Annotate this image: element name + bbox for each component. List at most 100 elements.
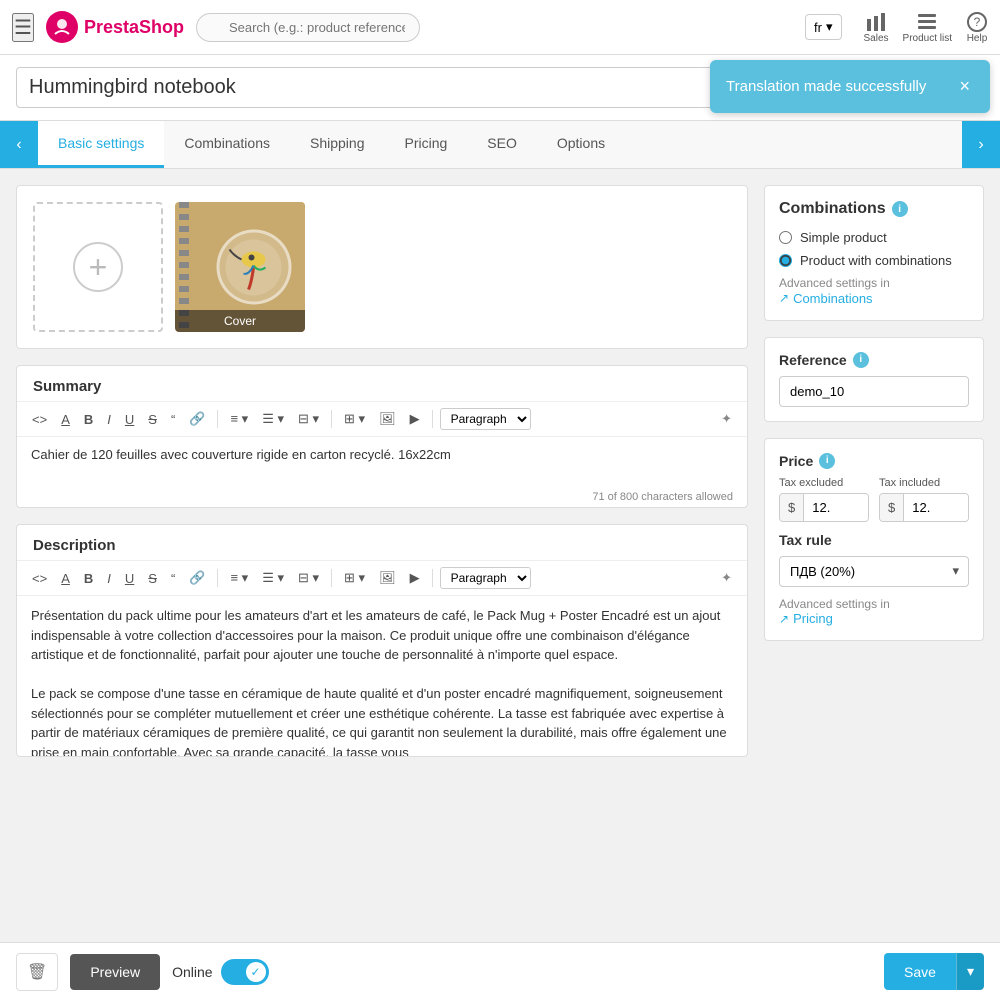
reference-input[interactable] (779, 376, 969, 407)
reference-info-icon[interactable]: i (853, 352, 869, 368)
simple-product-radio[interactable] (779, 231, 792, 244)
desc-toolbar-bold-button[interactable]: B (79, 568, 98, 589)
desc-toolbar-quote-button[interactable]: “ (166, 568, 180, 589)
desc-toolbar-font-button[interactable]: A (56, 568, 75, 589)
tax-rule-select[interactable]: ПДВ (20%) (779, 556, 969, 587)
toolbar-underline-button[interactable]: U (120, 409, 139, 430)
toolbar-paragraph-select[interactable]: Paragraph (440, 408, 531, 430)
delete-button[interactable]: 🗑 (16, 953, 58, 991)
toolbar-video-button[interactable]: ▶ (405, 408, 425, 430)
save-button[interactable]: Save (884, 953, 956, 990)
reference-card: Reference i (764, 337, 984, 422)
online-toggle-switch[interactable]: ✓ (221, 959, 269, 985)
tab-prev-button[interactable]: ‹ (0, 121, 38, 168)
desc-toolbar-align-button[interactable]: ≡ ▾ (225, 567, 253, 589)
combinations-title-text: Combinations (779, 200, 886, 218)
left-panel: + (16, 185, 748, 757)
toolbar-separator-3 (432, 410, 433, 428)
toolbar-separator (217, 410, 218, 428)
language-selector[interactable]: fr ▾ (805, 14, 841, 40)
toggle-knob: ✓ (246, 962, 266, 982)
help-nav-icon[interactable]: ? Help (966, 11, 988, 44)
tab-shipping[interactable]: Shipping (290, 121, 385, 168)
toolbar-link-button[interactable]: 🔗 (184, 408, 210, 430)
logo[interactable]: PrestaShop (46, 11, 184, 43)
combinations-radio-group: Simple product Product with combinations (779, 230, 969, 268)
tax-excluded-input[interactable] (804, 494, 868, 521)
preview-button[interactable]: Preview (70, 954, 160, 990)
image-upload-button[interactable]: + (33, 202, 163, 332)
product-title-input[interactable] (16, 67, 795, 108)
online-toggle: Online ✓ (172, 959, 268, 985)
tax-included-input[interactable] (904, 494, 968, 521)
summary-editor-content[interactable]: Cahier de 120 feuilles avec couverture r… (17, 437, 747, 487)
combinations-info-icon[interactable]: i (892, 201, 908, 217)
plus-icon: + (73, 242, 123, 292)
tab-combinations[interactable]: Combinations (164, 121, 290, 168)
tab-pricing[interactable]: Pricing (384, 121, 467, 168)
tab-seo[interactable]: SEO (467, 121, 537, 168)
toolbar-strikethrough-button[interactable]: S (143, 409, 162, 430)
svg-text:?: ? (974, 15, 981, 29)
tax-rule-label: Tax rule (779, 532, 969, 548)
toolbar-table-button[interactable]: ⊞ ▾ (339, 408, 370, 430)
desc-toolbar-underline-button[interactable]: U (120, 568, 139, 589)
price-advanced-text: Advanced settings in (779, 597, 969, 611)
toolbar-bullets-button[interactable]: ☰ ▾ (257, 408, 289, 430)
with-combinations-label: Product with combinations (800, 253, 952, 268)
online-label: Online (172, 964, 212, 980)
tab-options[interactable]: Options (537, 121, 625, 168)
desc-toolbar-paragraph-select[interactable]: Paragraph (440, 567, 531, 589)
search-input[interactable] (196, 13, 420, 42)
combinations-link[interactable]: ↗ Combinations (779, 291, 873, 306)
tax-excluded-currency: $ (780, 494, 804, 521)
desc-toolbar-link-button[interactable]: 🔗 (184, 567, 210, 589)
desc-toolbar-strikethrough-button[interactable]: S (143, 568, 162, 589)
tab-basic-settings[interactable]: Basic settings (38, 121, 164, 168)
toolbar-align-button[interactable]: ≡ ▾ (225, 408, 253, 430)
desc-toolbar-numbered-button[interactable]: ⊟ ▾ (293, 567, 324, 589)
tax-excluded-input-wrap: $ (779, 493, 869, 522)
description-editor-content[interactable]: Présentation du pack ultime pour les ama… (17, 596, 747, 756)
desc-toolbar-ai-button[interactable]: ✦ (716, 567, 737, 589)
desc-toolbar-italic-button[interactable]: I (102, 568, 116, 589)
combinations-link-text: Combinations (793, 291, 873, 306)
toast-close-button[interactable]: × (959, 76, 970, 97)
toolbar-ai-button[interactable]: ✦ (716, 408, 737, 430)
price-info-icon[interactable]: i (819, 453, 835, 469)
toolbar-quote-button[interactable]: “ (166, 409, 180, 430)
desc-toolbar-video-button[interactable]: ▶ (405, 567, 425, 589)
help-label: Help (967, 33, 988, 44)
summary-label: Summary (17, 366, 747, 401)
tax-excluded-label: Tax excluded (779, 477, 869, 489)
lang-value: fr (814, 20, 822, 35)
with-combinations-radio[interactable] (779, 254, 792, 267)
reference-label-text: Reference (779, 352, 847, 368)
toolbar-separator-2 (331, 410, 332, 428)
product-list-nav-icon[interactable]: Product list (903, 11, 952, 44)
desc-toolbar-table-button[interactable]: ⊞ ▾ (339, 567, 370, 589)
save-dropdown-button[interactable]: ▾ (956, 953, 984, 990)
desc-toolbar-image-button[interactable]: 🖼 (374, 567, 401, 589)
product-image-cover[interactable]: Cover (175, 202, 305, 332)
tab-next-button[interactable]: › (962, 121, 1000, 168)
pricing-link[interactable]: ↗ Pricing (779, 611, 833, 626)
sales-nav-icon[interactable]: Sales (864, 11, 889, 44)
toolbar-italic-button[interactable]: I (102, 409, 116, 430)
price-row: Tax excluded $ Tax included $ (779, 477, 969, 522)
toolbar-numbered-button[interactable]: ⊟ ▾ (293, 408, 324, 430)
pricing-link-text: Pricing (793, 611, 833, 626)
desc-toolbar-bullets-button[interactable]: ☰ ▾ (257, 567, 289, 589)
toolbar-image-button[interactable]: 🖼 (374, 408, 401, 430)
toolbar-bold-button[interactable]: B (79, 409, 98, 430)
toolbar-font-button[interactable]: A (56, 409, 75, 430)
toast-notification: Translation made successfully × (710, 60, 990, 113)
save-wrap: Save ▾ (884, 953, 984, 990)
toolbar-code-button[interactable]: <> (27, 409, 52, 430)
hamburger-menu[interactable]: ☰ (12, 13, 34, 42)
combinations-advanced-text: Advanced settings in (779, 276, 969, 290)
with-combinations-option[interactable]: Product with combinations (779, 253, 969, 268)
simple-product-option[interactable]: Simple product (779, 230, 969, 245)
desc-toolbar-separator-2 (331, 569, 332, 587)
desc-toolbar-code-button[interactable]: <> (27, 568, 52, 589)
